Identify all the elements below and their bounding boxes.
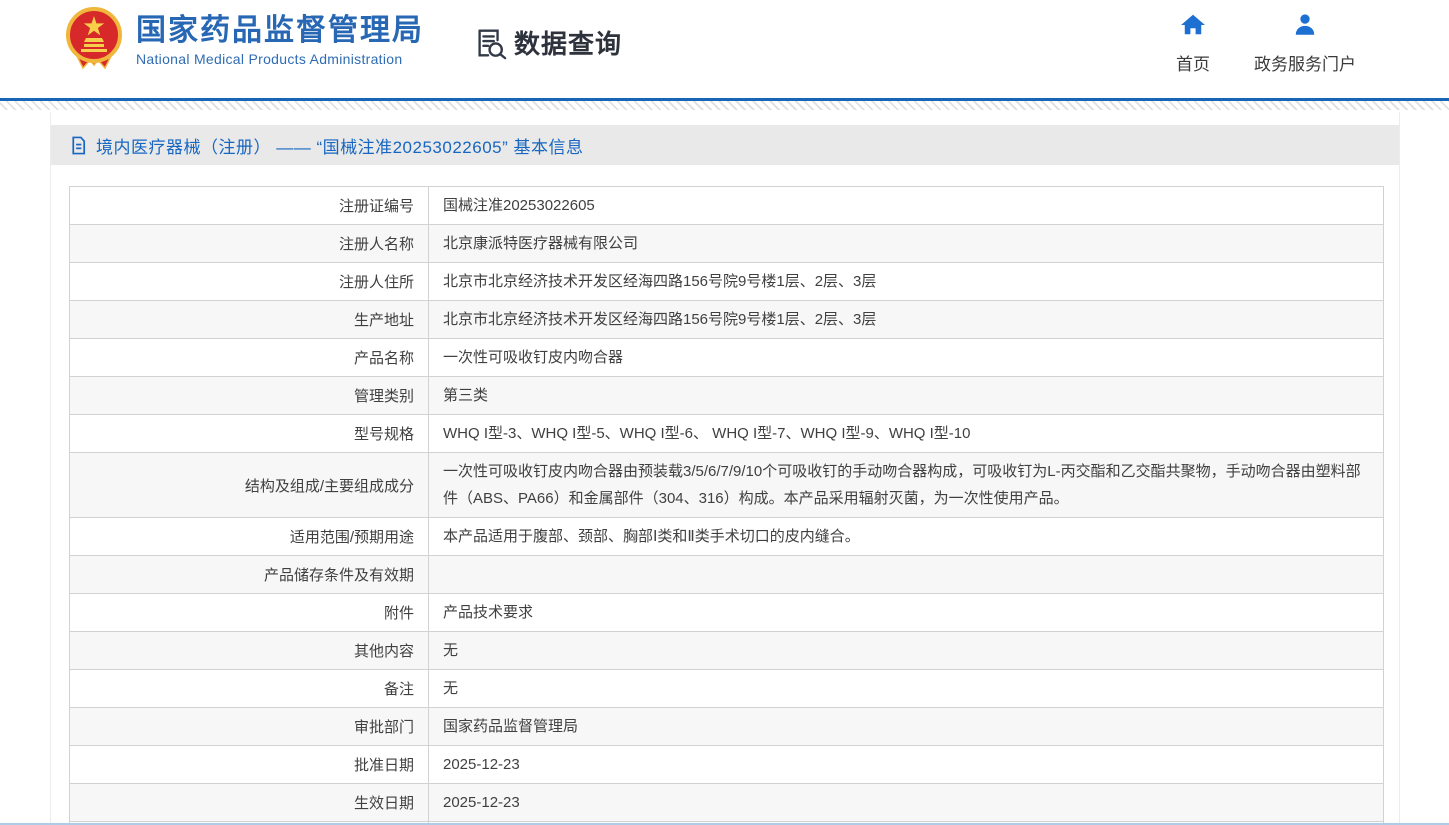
table-row: 生效日期 2025-12-23 <box>70 784 1384 822</box>
row-value: 第三类 <box>429 377 1384 415</box>
table-row: 生产地址 北京市北京经济技术开发区经海四路156号院9号楼1层、2层、3层 <box>70 301 1384 339</box>
document-icon <box>69 136 88 155</box>
table-row: 注册证编号 国械注准20253022605 <box>70 187 1384 225</box>
row-value: 无 <box>429 670 1384 708</box>
row-value: 产品技术要求 <box>429 594 1384 632</box>
user-icon <box>1292 12 1318 38</box>
table-row: 备注 无 <box>70 670 1384 708</box>
row-label: 注册人名称 <box>70 225 429 263</box>
table-row: 审批部门 国家药品监督管理局 <box>70 708 1384 746</box>
table-row: 附件 产品技术要求 <box>70 594 1384 632</box>
nav-home[interactable]: 首页 <box>1160 12 1226 75</box>
registration-info-table: 注册证编号 国械注准20253022605 注册人名称 北京康派特医疗器械有限公… <box>69 186 1384 825</box>
table-row: 产品储存条件及有效期 <box>70 556 1384 594</box>
table-row: 批准日期 2025-12-23 <box>70 746 1384 784</box>
breadcrumb-text: 境内医疗器械（注册） —— “国械注准20253022605” 基本信息 <box>96 133 584 158</box>
row-value: 国械注准20253022605 <box>429 187 1384 225</box>
row-value: 国家药品监督管理局 <box>429 708 1384 746</box>
row-value: 本产品适用于腹部、颈部、胸部Ⅰ类和Ⅱ类手术切口的皮内缝合。 <box>429 518 1384 556</box>
row-label: 型号规格 <box>70 415 429 453</box>
table-row: 注册人名称 北京康派特医疗器械有限公司 <box>70 225 1384 263</box>
table-row: 其他内容 无 <box>70 632 1384 670</box>
home-icon <box>1180 12 1206 38</box>
row-label: 注册证编号 <box>70 187 429 225</box>
table-row: 管理类别 第三类 <box>70 377 1384 415</box>
row-value: 无 <box>429 632 1384 670</box>
row-label: 备注 <box>70 670 429 708</box>
row-value: 2025-12-23 <box>429 784 1384 822</box>
data-query-title: 数据查询 <box>514 24 622 61</box>
row-label: 生产地址 <box>70 301 429 339</box>
table-row: 注册人住所 北京市北京经济技术开发区经海四路156号院9号楼1层、2层、3层 <box>70 263 1384 301</box>
row-value: WHQ I型-3、WHQ I型-5、WHQ I型-6、 WHQ I型-7、WHQ… <box>429 415 1384 453</box>
row-label: 审批部门 <box>70 708 429 746</box>
row-label: 注册人住所 <box>70 263 429 301</box>
row-label: 附件 <box>70 594 429 632</box>
site-logo[interactable]: 国家药品监督管理局 National Medical Products Admi… <box>62 6 424 72</box>
row-label: 产品名称 <box>70 339 429 377</box>
org-name-zh: 国家药品监督管理局 <box>136 14 424 48</box>
table-row: 适用范围/预期用途 本产品适用于腹部、颈部、胸部Ⅰ类和Ⅱ类手术切口的皮内缝合。 <box>70 518 1384 556</box>
nav-portal[interactable]: 政务服务门户 <box>1244 12 1366 75</box>
row-value: 北京市北京经济技术开发区经海四路156号院9号楼1层、2层、3层 <box>429 301 1384 339</box>
registration-detail: 注册证编号 国械注准20253022605 注册人名称 北京康派特医疗器械有限公… <box>69 186 1384 825</box>
content-panel: 境内医疗器械（注册） —— “国械注准20253022605” 基本信息 注册证… <box>50 112 1400 825</box>
row-label: 其他内容 <box>70 632 429 670</box>
table-row: 结构及组成/主要组成成分 一次性可吸收钉皮内吻合器由预装载3/5/6/7/9/1… <box>70 453 1384 518</box>
row-label: 管理类别 <box>70 377 429 415</box>
row-value: 一次性可吸收钉皮内吻合器由预装载3/5/6/7/9/10个可吸收钉的手动吻合器构… <box>429 453 1384 518</box>
table-row: 产品名称 一次性可吸收钉皮内吻合器 <box>70 339 1384 377</box>
row-label: 结构及组成/主要组成成分 <box>70 453 429 518</box>
org-title-block: 国家药品监督管理局 National Medical Products Admi… <box>136 6 424 67</box>
row-value: 2025-12-23 <box>429 746 1384 784</box>
row-value <box>429 556 1384 594</box>
row-value: 北京康派特医疗器械有限公司 <box>429 225 1384 263</box>
row-label: 批准日期 <box>70 746 429 784</box>
row-value: 一次性可吸收钉皮内吻合器 <box>429 339 1384 377</box>
document-search-icon <box>473 26 507 60</box>
org-name-en: National Medical Products Administration <box>136 51 424 67</box>
breadcrumb[interactable]: 境内医疗器械（注册） —— “国械注准20253022605” 基本信息 <box>51 125 1399 165</box>
row-label: 适用范围/预期用途 <box>70 518 429 556</box>
header-stripe-band <box>0 101 1449 110</box>
nav-portal-label: 政务服务门户 <box>1244 50 1366 75</box>
row-value: 北京市北京经济技术开发区经海四路156号院9号楼1层、2层、3层 <box>429 263 1384 301</box>
row-label: 生效日期 <box>70 784 429 822</box>
table-row: 型号规格 WHQ I型-3、WHQ I型-5、WHQ I型-6、 WHQ I型-… <box>70 415 1384 453</box>
nav-home-label: 首页 <box>1160 50 1226 75</box>
site-header: 国家药品监督管理局 National Medical Products Admi… <box>0 0 1449 98</box>
national-emblem-icon <box>62 6 126 72</box>
data-query-section[interactable]: 数据查询 <box>473 24 622 61</box>
row-label: 产品储存条件及有效期 <box>70 556 429 594</box>
